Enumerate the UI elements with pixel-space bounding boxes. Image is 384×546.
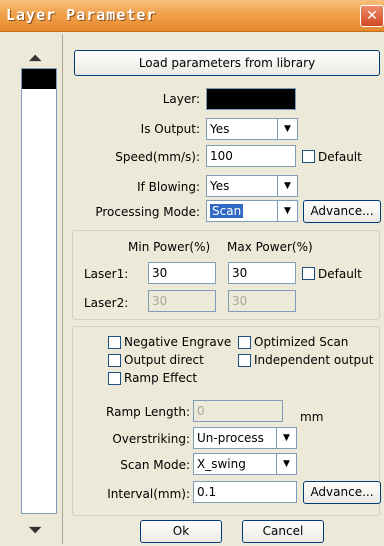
chevron-down-icon[interactable]: ▼ bbox=[277, 201, 297, 221]
power-default-label: Default bbox=[318, 267, 362, 281]
chevron-down-icon[interactable]: ▼ bbox=[276, 428, 296, 448]
optimized-scan-label: Optimized Scan bbox=[254, 335, 349, 349]
is-output-label: Is Output: bbox=[140, 122, 200, 136]
laser1-label: Laser1: bbox=[84, 267, 129, 281]
if-blowing-label: If Blowing: bbox=[137, 180, 200, 194]
laser2-max-input[interactable]: 30 bbox=[228, 290, 296, 312]
optimized-scan-checkbox[interactable] bbox=[238, 336, 251, 349]
max-power-header: Max Power(%) bbox=[227, 240, 313, 254]
scroll-up-icon[interactable]: ⏶ bbox=[28, 48, 42, 69]
processing-mode-select[interactable]: Scan ▼ bbox=[206, 200, 298, 222]
ramp-length-unit: mm bbox=[300, 410, 324, 424]
if-blowing-value: Yes bbox=[210, 179, 230, 193]
load-parameters-button[interactable]: Load parameters from library bbox=[74, 50, 380, 76]
independent-output-checkbox[interactable] bbox=[238, 354, 251, 367]
speed-default-checkbox[interactable] bbox=[302, 150, 315, 163]
layer-parameter-dialog: Layer Parameter ✕ ⏶ ⏷ Load parameters fr… bbox=[0, 0, 384, 546]
processing-mode-label: Processing Mode: bbox=[95, 205, 200, 219]
if-blowing-select[interactable]: Yes ▼ bbox=[206, 175, 298, 197]
chevron-down-icon[interactable]: ▼ bbox=[276, 454, 296, 474]
negative-engrave-label: Negative Engrave bbox=[124, 335, 232, 349]
negative-engrave-checkbox[interactable] bbox=[108, 336, 121, 349]
close-icon[interactable]: ✕ bbox=[360, 5, 384, 27]
output-direct-checkbox[interactable] bbox=[108, 354, 121, 367]
ramp-effect-label: Ramp Effect bbox=[124, 371, 198, 385]
interval-advance-button[interactable]: Advance... bbox=[303, 481, 381, 504]
layer-list[interactable] bbox=[21, 68, 57, 514]
interval-label: Interval(mm): bbox=[107, 487, 190, 501]
chevron-down-icon[interactable]: ▼ bbox=[277, 176, 297, 196]
scan-mode-value: X_swing bbox=[197, 457, 246, 471]
laser1-max-input[interactable]: 30 bbox=[228, 262, 296, 284]
overstriking-select[interactable]: Un-process ▼ bbox=[193, 427, 297, 449]
layer-color-swatch[interactable] bbox=[22, 69, 56, 89]
window-title: Layer Parameter bbox=[6, 6, 157, 24]
interval-input[interactable]: 0.1 bbox=[193, 481, 297, 503]
overstriking-value: Un-process bbox=[197, 431, 264, 445]
ramp-effect-checkbox[interactable] bbox=[108, 372, 121, 385]
laser1-min-input[interactable]: 30 bbox=[148, 262, 216, 284]
layer-color-field[interactable] bbox=[206, 88, 296, 110]
title-bar[interactable]: Layer Parameter ✕ bbox=[0, 0, 384, 32]
scan-mode-label: Scan Mode: bbox=[120, 458, 190, 472]
laser2-min-input[interactable]: 30 bbox=[148, 290, 216, 312]
speed-label: Speed(mm/s): bbox=[115, 150, 200, 164]
cancel-button[interactable]: Cancel bbox=[242, 520, 324, 543]
independent-output-label: Independent output bbox=[254, 353, 374, 367]
speed-input[interactable]: 100 bbox=[206, 145, 296, 167]
divider bbox=[62, 34, 63, 544]
ok-button[interactable]: Ok bbox=[140, 520, 222, 543]
output-direct-label: Output direct bbox=[124, 353, 204, 367]
chevron-down-icon[interactable]: ▼ bbox=[277, 119, 297, 139]
ramp-length-input[interactable]: 0 bbox=[193, 400, 283, 422]
layer-label: Layer: bbox=[162, 92, 200, 106]
processing-mode-value: Scan bbox=[210, 204, 244, 218]
power-default-checkbox[interactable] bbox=[302, 267, 315, 280]
min-power-header: Min Power(%) bbox=[128, 240, 211, 254]
speed-default-label: Default bbox=[318, 150, 362, 164]
scan-mode-select[interactable]: X_swing ▼ bbox=[193, 453, 297, 475]
is-output-select[interactable]: Yes ▼ bbox=[206, 118, 298, 140]
processing-advance-button[interactable]: Advance... bbox=[303, 200, 381, 223]
ramp-length-label: Ramp Length: bbox=[106, 405, 190, 419]
overstriking-label: Overstriking: bbox=[112, 432, 190, 446]
scroll-down-icon[interactable]: ⏷ bbox=[28, 520, 42, 541]
laser2-label: Laser2: bbox=[84, 296, 129, 310]
is-output-value: Yes bbox=[210, 122, 230, 136]
